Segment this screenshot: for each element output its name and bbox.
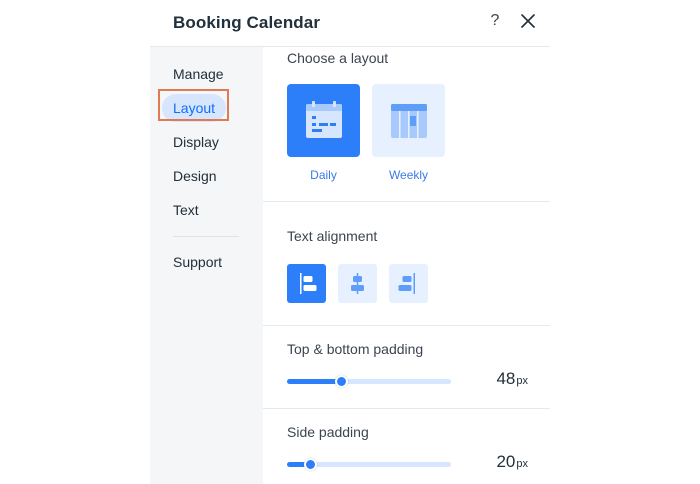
side-padding-label: Side padding [287, 424, 369, 440]
side-padding-input[interactable]: 20px [466, 446, 528, 478]
top-bottom-padding-section: Top & bottom padding 48px [263, 326, 550, 409]
daily-calendar-icon [306, 101, 342, 138]
top-bottom-padding-unit: px [516, 375, 528, 387]
layout-option-daily-label: Daily [310, 168, 337, 182]
sidebar-item-manage[interactable]: Manage [162, 60, 235, 88]
top-bottom-padding-slider[interactable] [287, 375, 451, 388]
top-bottom-padding-input[interactable]: 48px [466, 363, 528, 395]
sidebar-divider [173, 236, 239, 237]
align-right-icon [398, 273, 415, 294]
align-center-icon [351, 273, 364, 294]
top-bottom-padding-label: Top & bottom padding [287, 341, 424, 357]
close-icon[interactable] [521, 14, 535, 28]
panel-title: Booking Calendar [173, 13, 321, 32]
settings-content: Choose a layout Daily Weekly Text alignm… [263, 47, 550, 484]
side-padding-section: Side padding 20px [263, 409, 550, 484]
align-left-icon [300, 273, 317, 294]
top-bottom-padding-slider-fill [287, 379, 342, 384]
weekly-calendar-icon [391, 104, 427, 138]
layout-option-daily[interactable] [287, 84, 360, 157]
side-padding-value: 20 [496, 452, 516, 471]
text-alignment-section: Text alignment [263, 202, 550, 326]
help-icon[interactable]: ? [488, 12, 502, 32]
panel-header: Booking Calendar ? [150, 0, 550, 47]
top-bottom-padding-value: 48 [496, 369, 516, 388]
sidebar-item-layout[interactable]: Layout [162, 94, 227, 122]
align-left-button[interactable] [287, 264, 326, 303]
side-padding-unit: px [516, 458, 528, 470]
sidebar-item-text[interactable]: Text [162, 196, 210, 224]
sidebar-item-design[interactable]: Design [162, 162, 228, 190]
align-right-button[interactable] [389, 264, 428, 303]
booking-calendar-settings-panel: Booking Calendar ? Manage Layout Display… [150, 0, 550, 484]
layout-section-label: Choose a layout [287, 50, 389, 66]
layout-option-weekly-label: Weekly [388, 168, 429, 182]
sidebar-item-display[interactable]: Display [162, 128, 230, 156]
align-center-button[interactable] [338, 264, 377, 303]
side-padding-slider[interactable] [287, 458, 451, 471]
text-alignment-label: Text alignment [287, 228, 378, 244]
top-bottom-padding-slider-handle[interactable] [335, 375, 349, 388]
layout-option-weekly[interactable] [372, 84, 445, 157]
sidebar-item-support[interactable]: Support [162, 248, 233, 276]
layout-section: Choose a layout Daily Weekly [263, 47, 550, 202]
settings-sidebar: Manage Layout Display Design Text Suppor… [150, 47, 263, 484]
side-padding-slider-handle[interactable] [303, 458, 317, 471]
